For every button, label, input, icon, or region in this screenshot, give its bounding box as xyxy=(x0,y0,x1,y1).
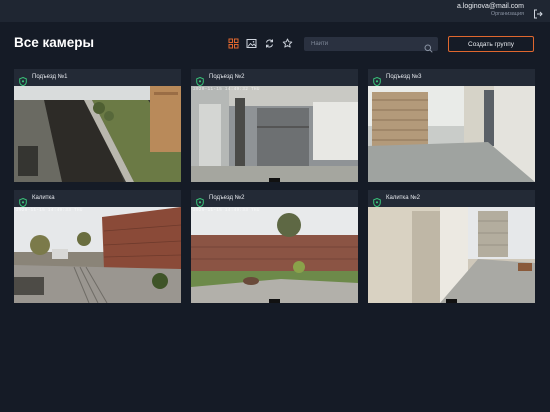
search-box xyxy=(304,37,438,53)
camera-feed[interactable]: 2020-11-15 14:49:33 THU xyxy=(191,207,358,303)
live-indicator xyxy=(269,299,280,303)
shield-icon xyxy=(19,194,27,208)
camera-name: Калитка xyxy=(32,195,55,201)
camera-card-header: Калитка xyxy=(14,190,181,208)
user-email: a.loginova@mail.com xyxy=(456,3,524,10)
camera-name: Подъезд №1 xyxy=(32,74,68,80)
camera-timestamp: 2020-11-15 14:49:32 THU xyxy=(193,87,260,92)
shield-icon xyxy=(19,73,27,87)
page-title: Все камеры xyxy=(14,35,95,50)
camera-feed[interactable] xyxy=(368,207,535,303)
camera-name: Подъезд №2 xyxy=(209,195,245,201)
search-icon[interactable] xyxy=(424,40,433,53)
camera-timestamp: 2020-11-15 14:49:33 THU xyxy=(16,208,83,213)
logout-icon[interactable] xyxy=(533,6,543,19)
grid-view-icon[interactable] xyxy=(228,38,239,49)
refresh-icon[interactable] xyxy=(264,38,275,49)
camera-card[interactable]: Подъезд №1 xyxy=(14,69,181,182)
create-group-button[interactable]: Создать группу xyxy=(448,36,534,52)
camera-card[interactable]: Подъезд №2 2020-11-15 14:49:33 THU xyxy=(191,190,358,303)
search-input[interactable] xyxy=(304,37,422,51)
user-organization: Организация xyxy=(490,11,524,17)
live-indicator xyxy=(446,299,457,303)
camera-name: Подъезд №2 xyxy=(209,74,245,80)
camera-card-header: Подъезд №1 xyxy=(14,69,181,87)
camera-name: Калитка №2 xyxy=(386,195,420,201)
camera-card-header: Подъезд №3 xyxy=(368,69,535,87)
image-gallery-icon[interactable] xyxy=(246,38,257,49)
camera-feed[interactable]: 2020-11-15 14:49:33 THU xyxy=(14,207,181,303)
camera-card-header: Подъезд №2 xyxy=(191,69,358,87)
star-icon[interactable] xyxy=(282,38,293,49)
camera-card-header: Калитка №2 xyxy=(368,190,535,208)
camera-card[interactable]: Подъезд №2 2020-11-15 14:49:32 THU xyxy=(191,69,358,182)
shield-icon xyxy=(196,73,204,87)
camera-name: Подъезд №3 xyxy=(386,74,422,80)
shield-icon xyxy=(373,73,381,87)
user-info[interactable]: a.loginova@mail.com Организация xyxy=(457,3,524,18)
camera-card[interactable]: Калитка 2020-11-15 14:49:33 THU xyxy=(14,190,181,303)
camera-card[interactable]: Калитка №2 xyxy=(368,190,535,303)
live-indicator xyxy=(269,178,280,182)
shield-icon xyxy=(196,194,204,208)
camera-feed[interactable] xyxy=(368,86,535,182)
camera-feed[interactable] xyxy=(14,86,181,182)
camera-card-header: Подъезд №2 xyxy=(191,190,358,208)
shield-icon xyxy=(373,194,381,208)
camera-feed[interactable]: 2020-11-15 14:49:32 THU xyxy=(191,86,358,182)
top-bar: a.loginova@mail.com Организация xyxy=(0,0,550,22)
camera-card[interactable]: Подъезд №3 xyxy=(368,69,535,182)
camera-timestamp: 2020-11-15 14:49:33 THU xyxy=(193,208,260,213)
